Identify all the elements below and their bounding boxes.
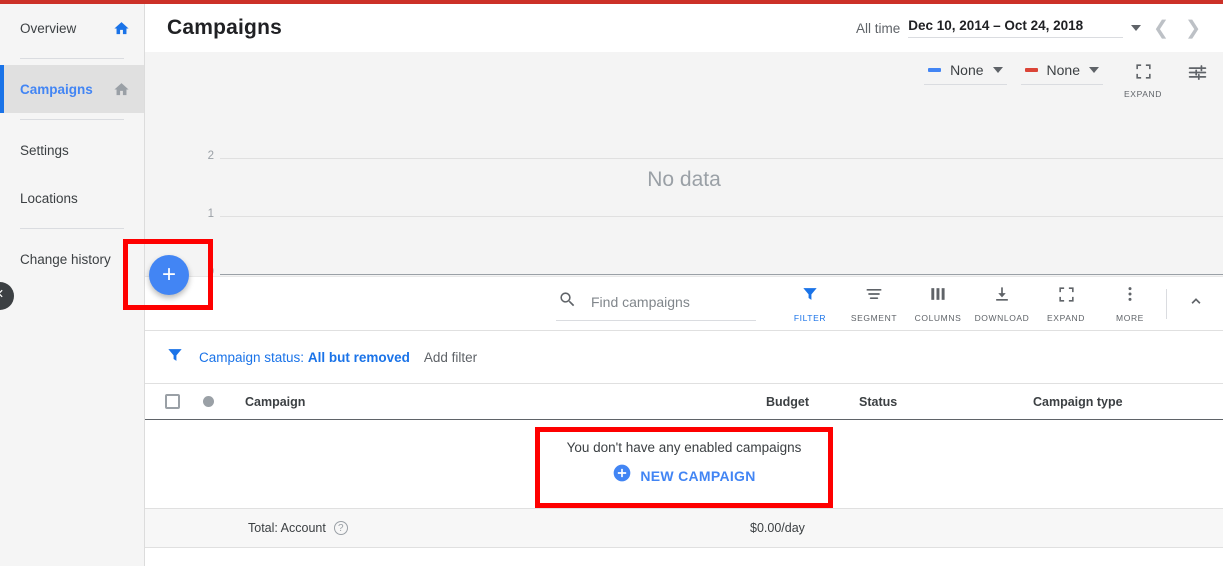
select-all-checkbox[interactable] xyxy=(165,394,180,409)
expand-label: EXPAND xyxy=(1047,312,1085,323)
table-toolbar: Find campaigns FILTER SEGMENT COLUMNS DO xyxy=(145,276,1223,330)
caret-down-icon[interactable] xyxy=(992,67,1003,73)
chart-plot-area: 2 1 0 No data xyxy=(145,98,1223,278)
y-axis-tick: 1 xyxy=(207,208,214,220)
gridline xyxy=(220,158,1223,159)
filter-icon xyxy=(165,345,185,370)
columns-label: COLUMNS xyxy=(914,313,962,323)
columns-icon xyxy=(928,284,948,309)
caret-down-icon[interactable] xyxy=(1089,67,1099,73)
column-header-budget[interactable]: Budget xyxy=(766,395,809,409)
gridline xyxy=(220,216,1223,217)
filter-chip[interactable]: Campaign status: All but removed xyxy=(199,350,410,365)
sidebar-item-settings[interactable]: Settings xyxy=(0,126,144,174)
chevron-left-icon xyxy=(0,286,8,306)
total-label: Total: Account xyxy=(248,521,326,535)
chevron-up-icon xyxy=(1186,291,1206,316)
status-dot-icon[interactable] xyxy=(203,396,214,407)
help-icon[interactable]: ? xyxy=(333,521,348,535)
date-preset-label: All time xyxy=(856,20,901,36)
sidebar-item-campaigns[interactable]: Campaigns xyxy=(0,65,144,113)
segment-label: SEGMENT xyxy=(850,313,898,323)
toolbar-divider xyxy=(1166,288,1167,319)
annotation-top-stripe xyxy=(0,0,1223,4)
chart-panel: None None EXPAND 2 1 0 No data xyxy=(145,52,1223,278)
more-label: MORE xyxy=(1116,313,1144,323)
chart-settings-button[interactable] xyxy=(1183,60,1211,88)
chart-expand-button[interactable]: EXPAND xyxy=(1117,60,1169,99)
page-header: Campaigns All time Dec 10, 2014 – Oct 24… xyxy=(145,4,1223,52)
expand-icon xyxy=(1057,285,1076,309)
sidebar-item-label: Locations xyxy=(20,190,78,206)
metric-label: None xyxy=(1046,62,1080,78)
search-icon xyxy=(558,290,577,314)
tune-icon xyxy=(1187,62,1208,88)
metric-selector-primary[interactable]: None xyxy=(924,60,1007,85)
y-axis-tick: 2 xyxy=(207,150,214,162)
segment-button[interactable]: SEGMENT xyxy=(842,284,906,323)
caret-down-icon[interactable] xyxy=(1131,25,1142,31)
sidebar-item-label: Overview xyxy=(20,20,77,36)
date-range-value[interactable]: Dec 10, 2014 – Oct 24, 2018 xyxy=(908,18,1124,38)
table-header-row: Campaign Budget Status Campaign type xyxy=(145,383,1223,420)
filter-chip-prefix: Campaign status: xyxy=(199,349,305,365)
home-icon xyxy=(113,20,130,37)
columns-button[interactable]: COLUMNS xyxy=(906,284,970,323)
x-axis-line xyxy=(220,274,1223,275)
table-footer-area xyxy=(145,548,1223,566)
sidebar-divider xyxy=(20,119,124,120)
search-input[interactable]: Find campaigns xyxy=(591,294,690,310)
chart-empty-message: No data xyxy=(647,168,721,191)
annotation-box-new-campaign xyxy=(535,427,833,508)
filter-button[interactable]: FILTER xyxy=(778,284,842,323)
total-budget-value: $0.00/day xyxy=(750,521,805,535)
expand-button[interactable]: EXPAND xyxy=(1034,285,1098,323)
download-icon xyxy=(992,284,1012,309)
active-indicator xyxy=(0,65,4,113)
total-label-group: Total: Account ? xyxy=(248,521,348,535)
more-vert-icon xyxy=(1120,284,1140,309)
app-root: Overview Campaigns Settings Locations Ch… xyxy=(0,0,1223,566)
expand-icon xyxy=(1134,62,1153,86)
sidebar-divider xyxy=(20,228,124,229)
annotation-box-fab xyxy=(123,239,213,310)
home-icon xyxy=(113,81,130,98)
sidebar-divider xyxy=(20,58,124,59)
segment-icon xyxy=(864,284,884,309)
chart-legend-controls: None None EXPAND xyxy=(924,60,1211,99)
sidebar-item-overview[interactable]: Overview xyxy=(0,4,144,52)
sidebar-item-label: Change history xyxy=(20,251,111,267)
metric-label: None xyxy=(950,62,984,78)
download-label: DOWNLOAD xyxy=(974,313,1030,323)
column-header-status[interactable]: Status xyxy=(859,395,897,409)
sidebar-item-label: Settings xyxy=(20,142,69,158)
active-filters-row: Campaign status: All but removed Add fil… xyxy=(145,330,1223,383)
series-color-swatch xyxy=(1024,68,1038,72)
metric-selector-secondary[interactable]: None xyxy=(1020,60,1103,85)
chevron-right-icon[interactable]: ❯ xyxy=(1181,19,1205,38)
filter-chip-value: All but removed xyxy=(307,349,410,365)
search-field[interactable]: Find campaigns xyxy=(556,286,756,321)
chevron-left-icon[interactable]: ❮ xyxy=(1149,19,1173,38)
series-color-swatch xyxy=(928,68,942,72)
sidebar-item-locations[interactable]: Locations xyxy=(0,174,144,222)
table-total-row: Total: Account ? $0.00/day xyxy=(145,508,1223,548)
column-header-campaign[interactable]: Campaign xyxy=(245,395,305,409)
date-range-control[interactable]: All time Dec 10, 2014 – Oct 24, 2018 ❮ ❯ xyxy=(856,18,1205,38)
more-button[interactable]: MORE xyxy=(1098,284,1162,323)
add-filter-button[interactable]: Add filter xyxy=(424,350,477,365)
download-button[interactable]: DOWNLOAD xyxy=(970,284,1034,323)
column-header-campaign-type[interactable]: Campaign type xyxy=(1033,395,1123,409)
sidebar-item-label: Campaigns xyxy=(20,81,93,97)
toolbar-collapse-button[interactable] xyxy=(1179,291,1213,316)
filter-label: FILTER xyxy=(793,313,827,323)
page-title: Campaigns xyxy=(167,16,282,39)
filter-icon xyxy=(800,284,820,309)
